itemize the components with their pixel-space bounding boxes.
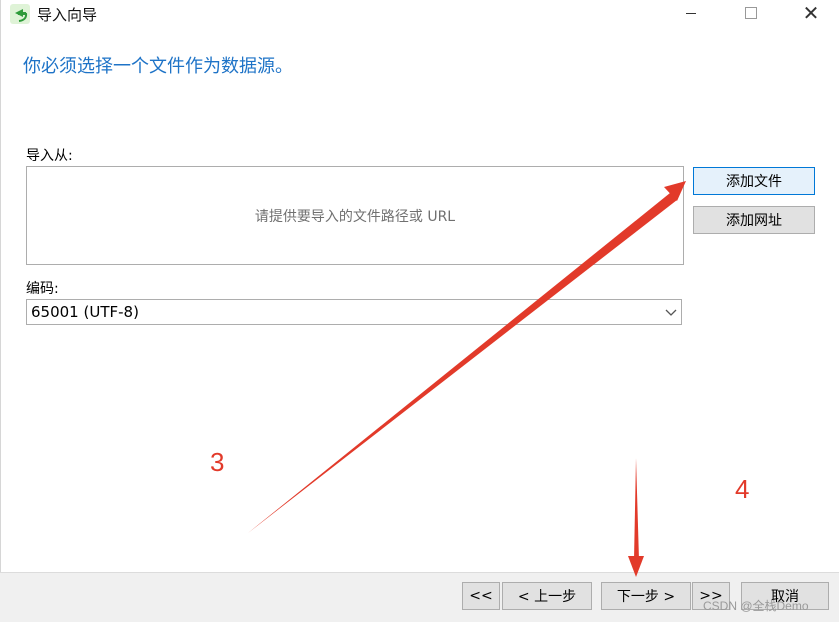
close-icon: ✕ [802,1,820,25]
annotation-step-3: 3 [210,447,225,477]
file-path-placeholder: 请提供要导入的文件路径或 URL [254,208,456,225]
import-wizard-icon [10,4,30,24]
close-button[interactable]: ✕ [788,0,834,26]
import-from-label: 导入从: [26,148,73,164]
add-file-button[interactable]: 添加文件 [693,167,815,195]
add-url-button[interactable]: 添加网址 [693,206,815,234]
annotation-step-4: 4 [735,474,750,504]
window-left-edge [0,0,1,621]
first-step-button[interactable]: << [462,582,500,610]
previous-step-button[interactable]: < 上一步 [502,582,592,610]
maximize-icon [745,7,757,19]
maximize-button[interactable] [728,0,774,26]
csdn-watermark: CSDN @全栈Demo [703,599,809,613]
page-heading: 你必须选择一个文件作为数据源。 [23,56,293,77]
chevron-down-icon [665,309,677,316]
encoding-select[interactable]: 65001 (UTF-8) [26,299,682,325]
encoding-selected-value: 65001 (UTF-8) [31,303,139,321]
file-path-input[interactable]: 请提供要导入的文件路径或 URL [26,166,684,265]
arrow-to-next [634,458,639,560]
minimize-button[interactable] [668,0,714,26]
title-bar: 导入向导 ✕ [0,0,839,28]
next-step-button[interactable]: 下一步 > [601,582,691,610]
minimize-icon [686,12,696,14]
encoding-label: 编码: [26,281,59,297]
window-title: 导入向导 [37,6,98,24]
